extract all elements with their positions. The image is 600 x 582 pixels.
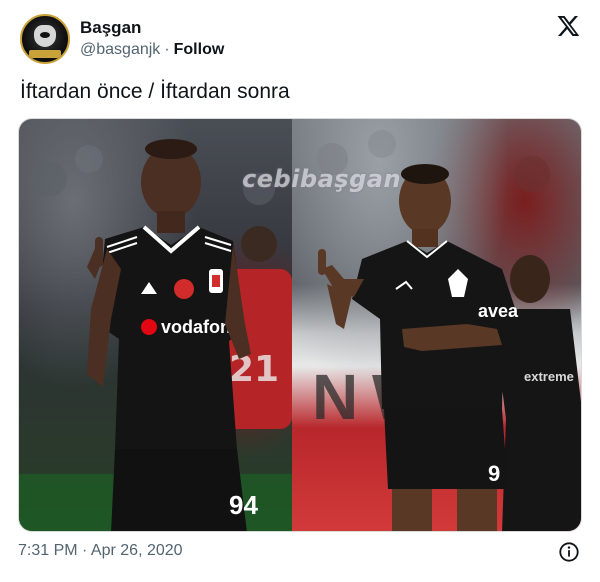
author-display-name[interactable]: Başgan — [80, 18, 141, 38]
author-handle-line: @basganjk · Follow — [80, 41, 224, 59]
badge-ribbon — [29, 50, 61, 58]
bystander-shirt-text: extreme — [524, 369, 574, 384]
svg-text:N: N — [312, 361, 358, 433]
tweet-media[interactable]: 21 vodafone 94 N extreme avea 9 cebibaşg… — [18, 118, 582, 532]
right-sponsor-text: avea — [478, 301, 519, 321]
tweet-timestamp[interactable]: 7:31 PM · Apr 26, 2020 — [18, 542, 183, 560]
x-logo-icon[interactable] — [556, 14, 580, 38]
author-avatar[interactable] — [20, 14, 70, 64]
separator-dot: · — [164, 41, 170, 58]
svg-text:21: 21 — [229, 349, 279, 390]
info-circle-icon[interactable] — [558, 541, 580, 563]
tweet-card: Başgan @basganjk · Follow İftardan önce / … — [0, 0, 600, 582]
watermark-text: cebibaşgan — [242, 165, 402, 193]
left-shirt-number: 94 — [229, 490, 258, 520]
right-shirt-number: 9 — [488, 461, 500, 486]
tweet-text: İftardan önce / İftardan sonra — [20, 80, 290, 103]
eagle-badge-icon — [34, 25, 56, 47]
author-handle[interactable]: @basganjk — [80, 41, 160, 58]
follow-link[interactable]: Follow — [174, 41, 225, 58]
